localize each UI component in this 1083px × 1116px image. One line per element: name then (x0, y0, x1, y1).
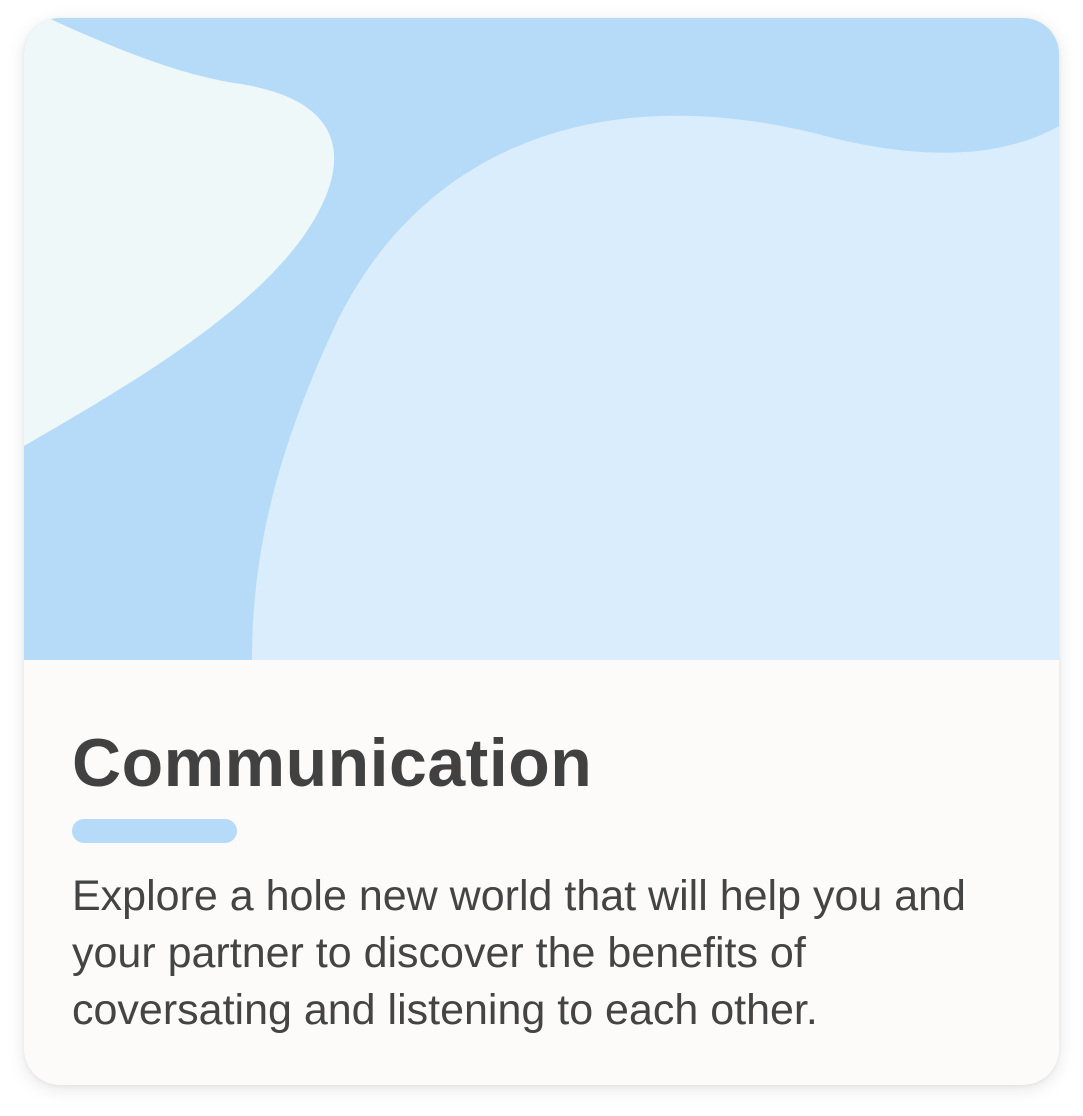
hero-illustration (24, 18, 1059, 660)
title-underline-accent (72, 819, 237, 843)
card-title: Communication (72, 725, 593, 801)
topic-card[interactable]: Communication Explore a hole new world t… (24, 18, 1059, 1085)
card-description: Explore a hole new world that will help … (72, 872, 966, 1034)
